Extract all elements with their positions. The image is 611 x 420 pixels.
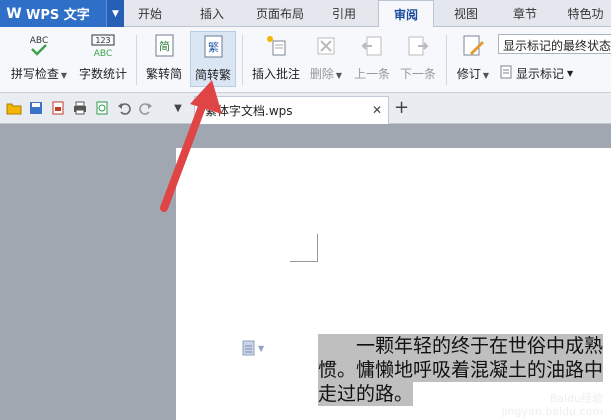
paragraph-options-icon[interactable]: ▼ [242,340,264,356]
print-preview-icon[interactable] [94,100,110,116]
svg-text:简: 简 [159,39,170,53]
previous-label: 上一条 [353,67,390,81]
tab-view[interactable]: 视图 [440,0,492,27]
save-icon[interactable] [28,100,44,116]
next-icon [405,33,431,59]
open-folder-icon[interactable] [6,100,22,116]
track-changes-label: 修订 [456,67,481,81]
tab-home[interactable]: 开始 [124,0,176,27]
chevron-down-icon: ▼ [60,71,68,80]
tab-insert[interactable]: 插入 [184,0,240,27]
insert-comment-label: 插入批注 [251,67,300,81]
new-tab-plus-icon[interactable]: + [394,97,409,118]
svg-text:繁: 繁 [208,40,219,54]
word-count-button[interactable]: 123 ABC 字数统计 [76,31,130,87]
ribbon-divider [446,35,447,85]
markup-state-select[interactable]: 显示标记的最终状态 [498,34,611,54]
previous-icon [359,33,385,59]
page-margin-corner-mark [290,234,318,262]
svg-text:ABC: ABC [94,49,112,59]
close-icon[interactable]: ✕ [372,103,382,117]
spell-check-button[interactable]: ABC 拼写检查 ▼ [8,31,70,87]
app-menu-button[interactable]: W WPS 文字 ▼ [0,0,124,27]
spell-check-label: 拼写检查 [10,67,59,81]
tab-chapter[interactable]: 章节 [498,0,552,27]
document-canvas: ▼ 一颗年轻的终于在世俗中成熟 惯。慵懒地呼吸着混凝土的油路中 走过的路。 Ba… [0,124,611,420]
show-markup-button[interactable]: 显示标记 ▼ [500,65,573,82]
delete-label: 删除 [309,67,334,81]
chevron-down-icon: ▼ [567,69,574,78]
undo-icon[interactable] [116,100,132,116]
tab-special[interactable]: 特色功 [560,0,611,27]
word-count-icon: 123 ABC [90,33,116,59]
document-icon [500,65,512,82]
menu-bar: W WPS 文字 ▼ 开始 插入 页面布局 引用 审阅 视图 章节 特色功 [0,0,611,28]
word-count-label: 字数统计 [78,67,127,81]
chevron-down-icon: ▼ [335,71,343,80]
export-pdf-icon[interactable] [50,100,66,116]
insert-comment-icon [263,33,289,59]
insert-comment-button[interactable]: 插入批注 [248,31,304,87]
delete-comment-icon [313,33,339,59]
track-changes-icon [460,33,486,59]
chevron-down-icon: ▼ [482,71,490,80]
spell-check-icon: ABC [26,33,52,59]
track-changes-button[interactable]: 修订 ▼ [452,31,494,87]
tab-review[interactable]: 审阅 [378,0,434,28]
text-line: 走过的路。 [318,382,414,406]
text-line: 一颗年轻的终于在世俗中成熟 [318,334,604,358]
chevron-down-icon[interactable]: ▼ [106,0,124,27]
previous-comment-button[interactable]: 上一条 [350,31,394,87]
tab-page-layout[interactable]: 页面布局 [248,0,312,27]
quick-access-bar: ▼ 繁体字文档.wps ✕ + [0,93,611,124]
svg-text:123: 123 [95,36,110,45]
show-markup-label: 显示标记 [516,67,565,81]
ribbon-divider [136,35,137,85]
jian-icon: 简 [151,33,177,59]
next-label: 下一条 [399,67,436,81]
next-comment-button[interactable]: 下一条 [396,31,440,87]
print-icon[interactable] [72,100,88,116]
fan-icon: 繁 [200,34,226,60]
wps-logo-icon: W [6,5,22,22]
annotation-arrow-icon [160,80,222,212]
delete-comment-button[interactable]: 删除 ▼ [306,31,346,87]
app-name: WPS 文字 [26,8,90,23]
ribbon-toolbar: ABC 拼写检查 ▼ 123 ABC 字数统计 简 繁转简 繁 简转繁 插入批注… [0,27,611,93]
text-line: 惯。慵懒地呼吸着混凝土的油路中 [318,358,604,382]
tab-references[interactable]: 引用 [318,0,370,27]
watermark: Baidu经验 jingyan.baidu.com [501,392,603,418]
